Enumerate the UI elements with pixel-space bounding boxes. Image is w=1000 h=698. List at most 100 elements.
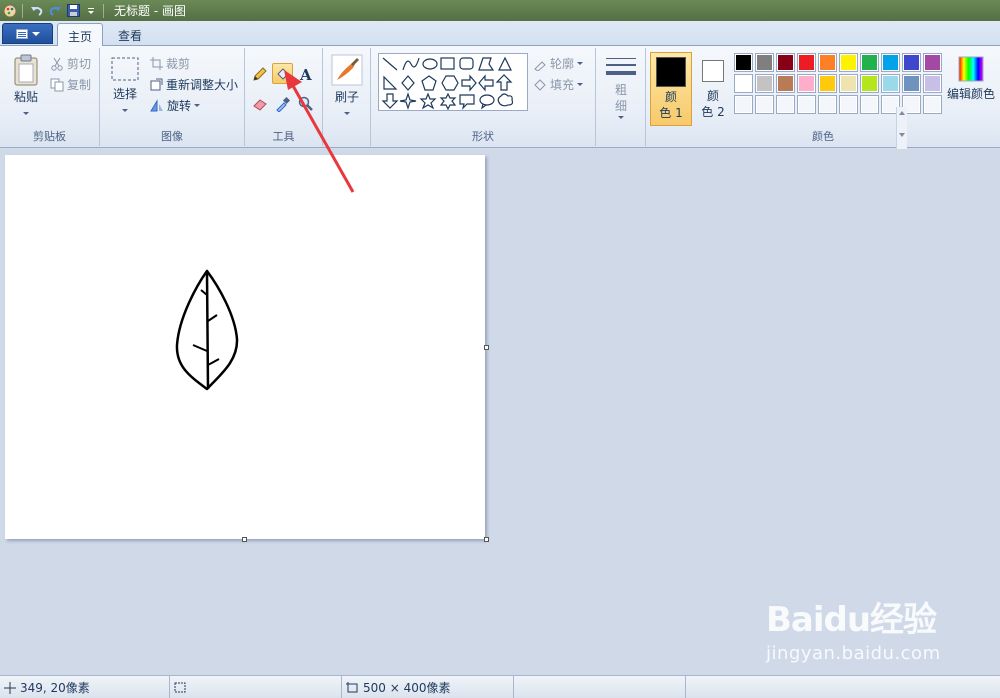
palette-swatch[interactable]: [755, 53, 774, 72]
fill-label: 填充: [550, 78, 575, 92]
color-picker-tool[interactable]: [272, 93, 293, 114]
custom-color-slot[interactable]: [797, 95, 816, 114]
cut-button[interactable]: 剪切: [50, 55, 91, 72]
resize-handle-bottom[interactable]: [242, 537, 247, 542]
status-empty: [514, 676, 686, 698]
crop-button[interactable]: 裁剪: [150, 55, 190, 72]
palette-swatch[interactable]: [881, 74, 900, 93]
group-label: 工具: [272, 130, 295, 143]
arrow-left-shape-icon: [478, 74, 494, 92]
palette-swatch[interactable]: [797, 74, 816, 93]
palette-swatch[interactable]: [902, 53, 921, 72]
custom-color-slot[interactable]: [818, 95, 837, 114]
palette-swatch[interactable]: [881, 53, 900, 72]
custom-color-slot[interactable]: [755, 95, 774, 114]
resize-button[interactable]: 重新调整大小: [150, 76, 238, 93]
palette-swatch[interactable]: [734, 53, 753, 72]
custom-color-slot[interactable]: [923, 95, 942, 114]
customize-quick-access-icon[interactable]: [83, 3, 99, 19]
svg-text:A: A: [299, 66, 312, 82]
undo-icon[interactable]: [29, 3, 45, 19]
swatch-fill: [736, 55, 751, 70]
cloud-callout-icon: [497, 93, 514, 107]
custom-color-slot[interactable]: [734, 95, 753, 114]
palette-swatch[interactable]: [776, 74, 795, 93]
rotate-icon: [150, 99, 163, 112]
group-label: 形状: [472, 130, 494, 143]
watermark-url: jingyan.baidu.com: [766, 643, 941, 664]
swatch-fill: [883, 76, 898, 91]
text-icon: A: [299, 66, 312, 82]
pencil-tool[interactable]: [249, 63, 270, 84]
swatch-fill: [841, 55, 856, 70]
palette-swatch[interactable]: [923, 53, 942, 72]
swatch-fill: [799, 76, 814, 91]
group-label: 图像: [161, 130, 183, 143]
chevron-down-icon: [23, 112, 29, 115]
palette-swatch[interactable]: [839, 53, 858, 72]
group-label: 剪贴板: [33, 130, 66, 143]
five-point-star-icon: [419, 92, 437, 110]
drawing-canvas[interactable]: [5, 155, 485, 539]
swatch-fill: [778, 76, 793, 91]
paint-app-icon[interactable]: [2, 3, 18, 19]
palette-swatch[interactable]: [818, 74, 837, 93]
copy-icon: [50, 78, 64, 91]
tab-view[interactable]: 查看: [108, 23, 152, 46]
paint-menu-button[interactable]: [2, 23, 53, 44]
palette-swatch[interactable]: [734, 74, 753, 93]
watermark-main: Baidu经验: [766, 600, 937, 640]
brushes-button[interactable]: 刷子: [329, 54, 365, 115]
swatch-fill: [925, 55, 940, 70]
resize-handle-right[interactable]: [484, 345, 489, 350]
separator: [103, 3, 104, 18]
palette-swatch[interactable]: [755, 74, 774, 93]
eraser-tool[interactable]: [249, 93, 270, 114]
swatch-fill: [925, 97, 940, 112]
polygon-shape-icon: [478, 57, 495, 71]
swatch-fill: [757, 97, 772, 112]
outline-button[interactable]: 轮廓: [533, 55, 584, 72]
outline-icon: [534, 60, 546, 71]
palette-swatch[interactable]: [797, 53, 816, 72]
custom-color-slot[interactable]: [776, 95, 795, 114]
redo-icon[interactable]: [47, 3, 63, 19]
select-button[interactable]: 选择: [108, 56, 142, 112]
outline-label: 轮廓: [550, 57, 575, 71]
arrow-down-shape-icon: [381, 93, 399, 109]
status-bar: 349, 20像素 500 × 400像素: [0, 675, 1000, 698]
palette-swatch[interactable]: [776, 53, 795, 72]
custom-color-slot[interactable]: [860, 95, 879, 114]
paste-button[interactable]: 粘贴: [8, 54, 44, 115]
palette-swatch[interactable]: [860, 53, 879, 72]
resize-handle-corner[interactable]: [484, 537, 489, 542]
palette-swatch[interactable]: [860, 74, 879, 93]
chevron-down-icon: [577, 62, 584, 65]
edit-colors-label: 编辑颜色: [946, 87, 995, 101]
selection-icon: [174, 682, 186, 692]
color1-button[interactable]: 颜 色 1: [650, 52, 692, 126]
rotate-button[interactable]: 旋转: [150, 97, 201, 114]
size-button[interactable]: 粗 细: [602, 54, 640, 119]
edit-colors-button[interactable]: 编辑颜色: [946, 56, 996, 102]
palette-swatch[interactable]: [923, 74, 942, 93]
scissors-icon: [51, 57, 63, 71]
copy-button[interactable]: 复制: [50, 76, 91, 93]
palette-swatch[interactable]: [818, 53, 837, 72]
palette-swatch[interactable]: [839, 74, 858, 93]
tab-home[interactable]: 主页: [57, 23, 104, 47]
magnifier-tool[interactable]: [295, 93, 316, 114]
color2-button[interactable]: 颜 色 2: [696, 52, 730, 126]
arrow-right-shape-icon: [461, 74, 477, 92]
fill-bucket-tool[interactable]: [272, 63, 293, 84]
select-rectangle-icon: [111, 57, 139, 81]
swatch-fill: [799, 55, 814, 70]
text-tool[interactable]: A: [295, 63, 316, 84]
canvas-size: 500 × 400像素: [342, 676, 514, 698]
swatch-fill: [904, 55, 919, 70]
custom-color-slot[interactable]: [839, 95, 858, 114]
fill-button[interactable]: 填充: [533, 76, 584, 93]
save-icon[interactable]: [65, 3, 81, 19]
palette-swatch[interactable]: [902, 74, 921, 93]
pentagon-shape-icon: [421, 75, 437, 91]
